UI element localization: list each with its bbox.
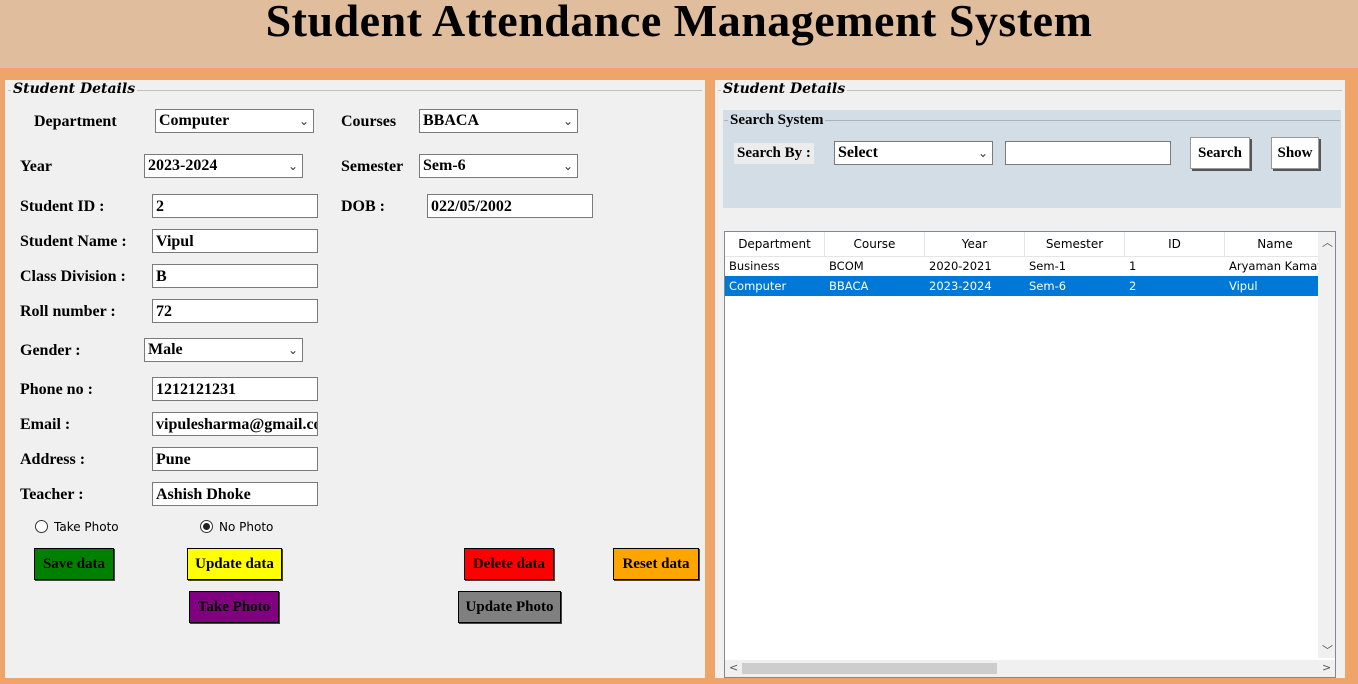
email-input[interactable]: vipulesharma@gmail.co [152, 412, 318, 436]
address-input[interactable]: Pune [152, 447, 318, 471]
chevron-down-icon: ⌄ [287, 343, 298, 357]
search-by-select[interactable]: Select ⌄ [834, 141, 993, 165]
department-label: Department [34, 113, 117, 130]
search-input[interactable] [1005, 141, 1171, 165]
semester-value: Sem-6 [423, 157, 466, 174]
column-header-year[interactable]: Year [925, 232, 1025, 256]
year-label: Year [20, 158, 52, 175]
semester-select[interactable]: Sem-6 ⌄ [419, 154, 578, 178]
scroll-left-icon[interactable]: < [729, 661, 738, 674]
roll-number-label: Roll number : [20, 303, 116, 320]
title-bar: Student Attendance Management System [0, 0, 1358, 68]
table-cell: Sem-1 [1029, 259, 1067, 273]
student-table[interactable]: Department Course Year Semester ID Name … [724, 231, 1336, 678]
column-header-name[interactable]: Name [1225, 232, 1325, 256]
reset-data-button[interactable]: Reset data [613, 548, 699, 580]
class-division-label: Class Division : [20, 268, 126, 285]
roll-number-input[interactable]: 72 [152, 299, 318, 323]
horizontal-scrollbar[interactable]: < > [725, 660, 1335, 677]
dob-input[interactable]: 022/05/2002 [427, 194, 593, 218]
no-photo-radio-label: No Photo [219, 520, 274, 534]
phone-input[interactable]: 1212121231 [152, 377, 318, 401]
student-name-label: Student Name : [20, 233, 127, 250]
horizontal-scroll-thumb[interactable] [742, 663, 997, 674]
teacher-label: Teacher : [20, 486, 84, 503]
year-value: 2023-2024 [148, 157, 218, 174]
search-button[interactable]: Search [1190, 137, 1250, 169]
table-cell: Vipul [1229, 279, 1258, 293]
department-select[interactable]: Computer ⌄ [155, 109, 314, 133]
table-cell: BBACA [829, 279, 869, 293]
scroll-up-icon[interactable]: ︿ [1322, 234, 1333, 250]
table-header: Department Course Year Semester ID Name [725, 232, 1325, 257]
semester-label: Semester [341, 158, 404, 175]
search-system-legend: Search System [728, 112, 826, 129]
radio-off-icon [35, 520, 48, 533]
teacher-input[interactable]: Ashish Dhoke [152, 482, 318, 506]
gender-select[interactable]: Male ⌄ [144, 338, 303, 362]
phone-label: Phone no : [20, 381, 93, 398]
search-by-label: Search By : [734, 143, 814, 164]
class-division-input[interactable]: B [152, 264, 318, 288]
column-header-semester[interactable]: Semester [1025, 232, 1125, 256]
radio-on-icon [200, 520, 213, 533]
chevron-down-icon: ⌄ [562, 114, 573, 128]
student-name-input[interactable]: Vipul [152, 229, 318, 253]
table-cell: Sem-6 [1029, 279, 1067, 293]
take-photo-button[interactable]: Take Photo [189, 591, 279, 623]
column-header-id[interactable]: ID [1125, 232, 1225, 256]
vertical-scrollbar[interactable]: ︿ ﹀ [1318, 232, 1335, 658]
table-cell: BCOM [829, 259, 864, 273]
student-id-input[interactable]: 2 [152, 194, 318, 218]
table-row[interactable]: Business BCOM 2020-2021 Sem-1 1 Aryaman … [725, 256, 1323, 276]
gender-value: Male [148, 341, 183, 358]
email-label: Email : [20, 416, 71, 433]
chevron-down-icon: ⌄ [562, 159, 573, 173]
column-header-course[interactable]: Course [825, 232, 925, 256]
table-cell: 2 [1129, 279, 1137, 293]
take-photo-radio-label: Take Photo [54, 520, 119, 534]
student-details-panel: Student Details Department Computer ⌄ Co… [5, 80, 705, 678]
student-table-panel: Student Details Search System Search By … [715, 80, 1345, 678]
gender-label: Gender : [20, 342, 81, 359]
update-photo-button[interactable]: Update Photo [458, 591, 561, 623]
table-cell: Computer [729, 279, 787, 293]
table-cell: Aryaman Kamat [1229, 259, 1322, 273]
courses-label: Courses [341, 113, 397, 130]
chevron-down-icon: ⌄ [977, 146, 988, 160]
dob-label: DOB : [341, 198, 385, 215]
address-label: Address : [20, 451, 86, 468]
search-by-value: Select [838, 144, 878, 161]
table-cell: 2023-2024 [929, 279, 992, 293]
courses-select[interactable]: BBACA ⌄ [419, 109, 578, 133]
show-button[interactable]: Show [1271, 137, 1319, 169]
chevron-down-icon: ⌄ [298, 114, 309, 128]
table-cell: Business [729, 259, 780, 273]
column-header-department[interactable]: Department [725, 232, 825, 256]
search-system-frame: Search System Search By : Select ⌄ Searc… [723, 110, 1341, 208]
scroll-right-icon[interactable]: > [1322, 661, 1331, 674]
take-photo-radio[interactable]: Take Photo [35, 520, 119, 534]
delete-data-button[interactable]: Delete data [464, 548, 554, 580]
student-id-label: Student ID : [20, 198, 105, 215]
save-data-button[interactable]: Save data [34, 548, 114, 580]
panel-legend: Student Details [721, 81, 848, 97]
chevron-down-icon: ⌄ [287, 159, 298, 173]
table-cell: 2020-2021 [929, 259, 992, 273]
table-cell: 1 [1129, 259, 1137, 273]
app-title: Student Attendance Management System [265, 0, 1093, 46]
department-value: Computer [159, 112, 230, 129]
update-data-button[interactable]: Update data [187, 548, 282, 580]
scroll-down-icon[interactable]: ﹀ [1322, 642, 1333, 658]
year-select[interactable]: 2023-2024 ⌄ [144, 154, 303, 178]
courses-value: BBACA [423, 112, 480, 129]
no-photo-radio[interactable]: No Photo [200, 520, 273, 534]
table-row-selected[interactable]: Computer BBACA 2023-2024 Sem-6 2 Vipul [725, 276, 1323, 296]
panel-legend: Student Details [11, 81, 138, 97]
